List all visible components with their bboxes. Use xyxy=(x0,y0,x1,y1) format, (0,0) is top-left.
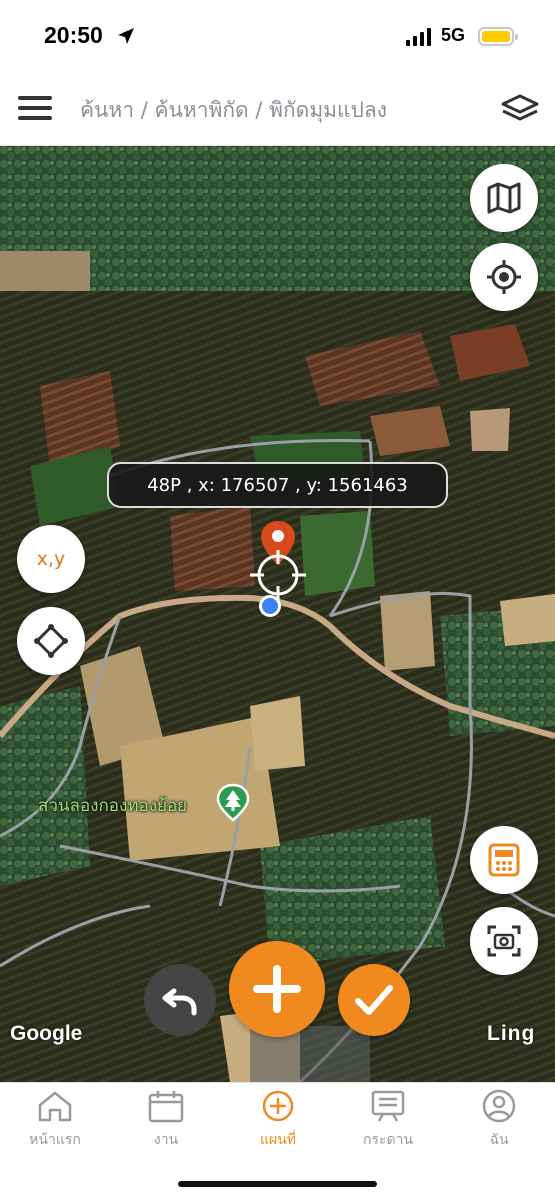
home-icon xyxy=(38,1091,72,1122)
calculator-button[interactable] xyxy=(470,826,538,894)
add-circle-icon xyxy=(262,1090,294,1122)
signal-bars-icon xyxy=(406,28,432,46)
layers-icon[interactable] xyxy=(500,92,540,126)
calculator-icon xyxy=(488,843,520,877)
plus-icon xyxy=(253,965,301,1013)
camera-frame-icon xyxy=(487,925,521,957)
breadcrumb: ค้นหา / ค้นหาพิกัด / พิกัดมุมแปลง xyxy=(80,98,387,122)
confirm-button[interactable] xyxy=(338,964,410,1036)
tab-work-label: งาน xyxy=(153,1132,179,1148)
status-time: 20:50 xyxy=(44,22,103,48)
tab-board[interactable]: กระดาน xyxy=(338,1089,438,1151)
calendar-icon xyxy=(148,1091,184,1123)
crosshair-location-icon xyxy=(487,260,521,294)
target-crosshair-icon xyxy=(250,550,306,600)
tab-work[interactable]: งาน xyxy=(116,1089,216,1151)
tab-home-label: หน้าแรก xyxy=(29,1132,81,1148)
tab-map[interactable]: แผนที่ xyxy=(228,1089,328,1151)
tab-map-label: แผนที่ xyxy=(259,1132,297,1148)
tab-board-label: กระดาน xyxy=(362,1132,414,1148)
home-indicator[interactable] xyxy=(178,1181,377,1187)
location-arrow-icon xyxy=(118,28,134,44)
coordinate-readout: 48P , x: 176507 , y: 1561463 xyxy=(107,462,448,508)
current-location-dot xyxy=(259,595,281,617)
diamond-polygon-icon xyxy=(34,624,68,658)
map-icon xyxy=(487,182,521,214)
brand-logo: Ling xyxy=(487,1022,536,1045)
tab-me[interactable]: ฉัน xyxy=(449,1089,549,1151)
xy-label: x,y xyxy=(36,548,66,570)
add-point-button[interactable] xyxy=(229,941,325,1037)
my-location-button[interactable] xyxy=(470,243,538,311)
tab-home[interactable]: หน้าแรก xyxy=(5,1089,105,1151)
network-label: 5G xyxy=(441,25,466,45)
satellite-map[interactable]: x,y 48P , x: 176507 , y: 1561463 สวนลองก… xyxy=(0,146,555,1082)
user-icon xyxy=(482,1089,516,1123)
map-type-button[interactable] xyxy=(470,164,538,232)
tree-pin-icon[interactable] xyxy=(216,783,250,823)
tab-me-label: ฉัน xyxy=(489,1132,509,1148)
status-bar: 20:50 5G xyxy=(0,0,555,72)
checkmark-icon xyxy=(355,985,393,1015)
undo-arrow-icon xyxy=(162,988,197,1016)
polygon-button[interactable] xyxy=(17,607,85,675)
app-header: ค้นหา / ค้นหาพิกัด / พิกัดมุมแปลง xyxy=(0,72,555,146)
xy-input-button[interactable]: x,y xyxy=(17,525,85,593)
screenshot-button[interactable] xyxy=(470,907,538,975)
place-label[interactable]: สวนลองกองทองย้อย xyxy=(38,792,187,819)
battery-icon xyxy=(478,27,518,46)
undo-button[interactable] xyxy=(144,964,216,1036)
hamburger-menu-icon[interactable] xyxy=(18,96,52,120)
board-icon xyxy=(371,1090,405,1122)
google-logo: Google xyxy=(10,1022,83,1045)
